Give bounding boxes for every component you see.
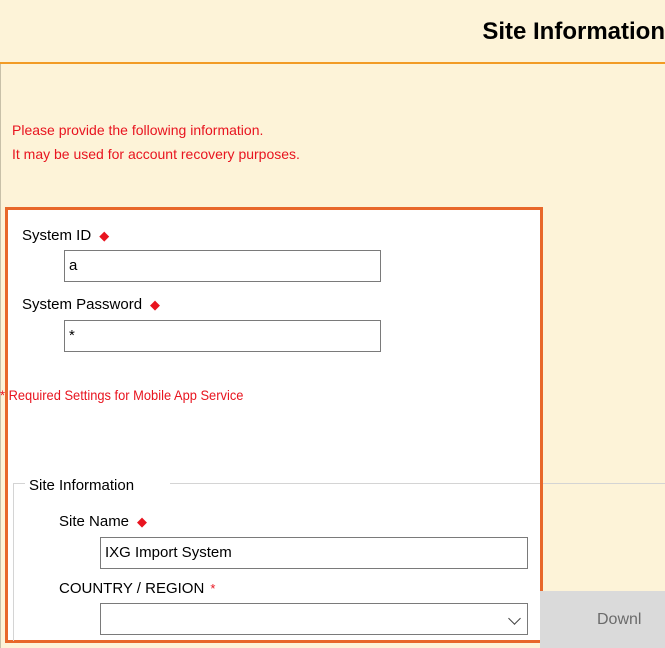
group-border-top-right (170, 483, 540, 484)
country-region-label: COUNTRY / REGION (59, 580, 205, 597)
section-divider (543, 483, 665, 484)
country-label-row: COUNTRY / REGION * (59, 580, 215, 597)
required-asterisk: * (210, 581, 216, 596)
notice-line-2: It may be used for account recovery purp… (12, 146, 300, 162)
site-name-label-row: Site Name ◆ (59, 513, 147, 530)
diamond-icon: ◆ (99, 228, 110, 243)
system-password-label-row: System Password ◆ (22, 296, 160, 313)
page-header: Site Information (0, 0, 665, 64)
group-border-left (13, 483, 14, 641)
system-password-label: System Password (22, 296, 143, 313)
site-name-input[interactable]: IXG Import System (100, 537, 528, 569)
download-button[interactable]: Downl (540, 591, 665, 648)
group-border-top-left (13, 483, 25, 484)
site-information-group-label: Site Information (26, 477, 138, 494)
required-settings-note: * Required Settings for Mobile App Servi… (0, 387, 244, 403)
left-border (0, 64, 1, 648)
system-password-input[interactable]: * (64, 320, 381, 352)
system-id-input[interactable]: a (64, 250, 381, 282)
chevron-down-icon[interactable] (508, 612, 521, 625)
page-title: Site Information (482, 18, 665, 45)
country-region-select[interactable] (100, 603, 528, 635)
notice-line-1: Please provide the following information… (12, 122, 264, 138)
diamond-icon: ◆ (137, 514, 148, 529)
system-id-label-row: System ID ◆ (22, 227, 109, 244)
system-id-label: System ID (22, 227, 92, 244)
diamond-icon: ◆ (150, 297, 161, 312)
site-name-label: Site Name (59, 513, 130, 530)
